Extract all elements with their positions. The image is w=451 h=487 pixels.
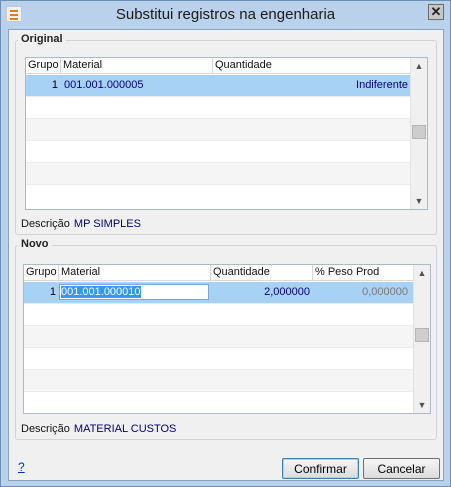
- original-description: Descrição MP SIMPLES: [21, 218, 141, 230]
- scroll-up-icon[interactable]: ▲: [411, 58, 427, 74]
- novo-grid[interactable]: Grupo Material Quantidade % Peso Prod 1 …: [23, 264, 431, 414]
- cell-peso-prod[interactable]: 0,000000: [313, 282, 411, 303]
- table-row[interactable]: [26, 185, 411, 209]
- table-row[interactable]: [26, 163, 411, 185]
- col-header-quantidade[interactable]: Quantidade: [213, 58, 411, 74]
- table-row[interactable]: [24, 304, 414, 326]
- col-header-material[interactable]: Material: [59, 265, 211, 281]
- table-row[interactable]: [26, 141, 411, 163]
- col-header-peso-prod[interactable]: % Peso Prod: [313, 265, 414, 281]
- original-groupbox: Original Grupo Material Quantidade 1 001…: [15, 33, 437, 235]
- table-row[interactable]: [24, 392, 414, 413]
- table-row[interactable]: 1 001.001.000010 2,000000 0,000000: [24, 282, 414, 304]
- original-group-title: Original: [18, 33, 66, 45]
- original-description-value: MP SIMPLES: [73, 218, 141, 230]
- novo-grid-header: Grupo Material Quantidade % Peso Prod: [24, 265, 414, 281]
- dialog-body: Original Grupo Material Quantidade 1 001…: [8, 29, 444, 481]
- confirm-button[interactable]: Confirmar: [282, 458, 359, 479]
- cell-quantidade[interactable]: 2,000000: [211, 282, 313, 303]
- original-grid-header: Grupo Material Quantidade: [26, 58, 411, 74]
- scroll-down-icon[interactable]: ▼: [411, 193, 427, 209]
- scroll-up-icon[interactable]: ▲: [414, 265, 430, 281]
- novo-description-value: MATERIAL CUSTOS: [73, 423, 177, 435]
- help-link[interactable]: ?: [18, 460, 25, 474]
- cell-grupo: 1: [51, 79, 58, 91]
- table-row[interactable]: [26, 119, 411, 141]
- novo-vertical-scrollbar[interactable]: ▲ ▼: [413, 265, 430, 413]
- window-title: Substitui registros na engenharia: [115, 6, 336, 23]
- col-header-grupo[interactable]: Grupo: [26, 58, 61, 74]
- col-header-material[interactable]: Material: [61, 58, 213, 74]
- table-row[interactable]: 1 001.001.000005 Indiferente: [26, 75, 411, 97]
- original-grid[interactable]: Grupo Material Quantidade 1 001.001.0000…: [25, 57, 428, 210]
- dialog-window: Substitui registros na engenharia ✕ Orig…: [0, 0, 451, 487]
- col-header-grupo[interactable]: Grupo: [24, 265, 59, 281]
- cell-material-selected-text: 001.001.000010: [61, 286, 141, 298]
- cell-quantidade[interactable]: Indiferente: [213, 75, 408, 96]
- scroll-down-icon[interactable]: ▼: [414, 397, 430, 413]
- title-bar[interactable]: Substitui registros na engenharia ✕: [1, 1, 450, 29]
- novo-description: Descrição MATERIAL CUSTOS: [21, 423, 176, 435]
- close-icon[interactable]: ✕: [428, 4, 444, 20]
- col-header-quantidade[interactable]: Quantidade: [211, 265, 313, 281]
- cancel-button[interactable]: Cancelar: [363, 458, 440, 479]
- cell-material[interactable]: 001.001.000005: [64, 75, 214, 96]
- original-description-label: Descrição: [21, 218, 70, 230]
- cell-grupo: 1: [49, 286, 56, 298]
- table-row[interactable]: [24, 348, 414, 370]
- scroll-thumb[interactable]: [415, 328, 429, 342]
- novo-group-title: Novo: [18, 238, 52, 250]
- novo-groupbox: Novo Grupo Material Quantidade % Peso Pr…: [15, 238, 437, 440]
- table-row[interactable]: [24, 370, 414, 392]
- material-edit-field[interactable]: 001.001.000010: [59, 284, 209, 300]
- original-vertical-scrollbar[interactable]: ▲ ▼: [410, 58, 427, 209]
- table-row[interactable]: [24, 326, 414, 348]
- scroll-thumb[interactable]: [412, 125, 426, 139]
- table-row[interactable]: [26, 97, 411, 119]
- novo-description-label: Descrição: [21, 423, 70, 435]
